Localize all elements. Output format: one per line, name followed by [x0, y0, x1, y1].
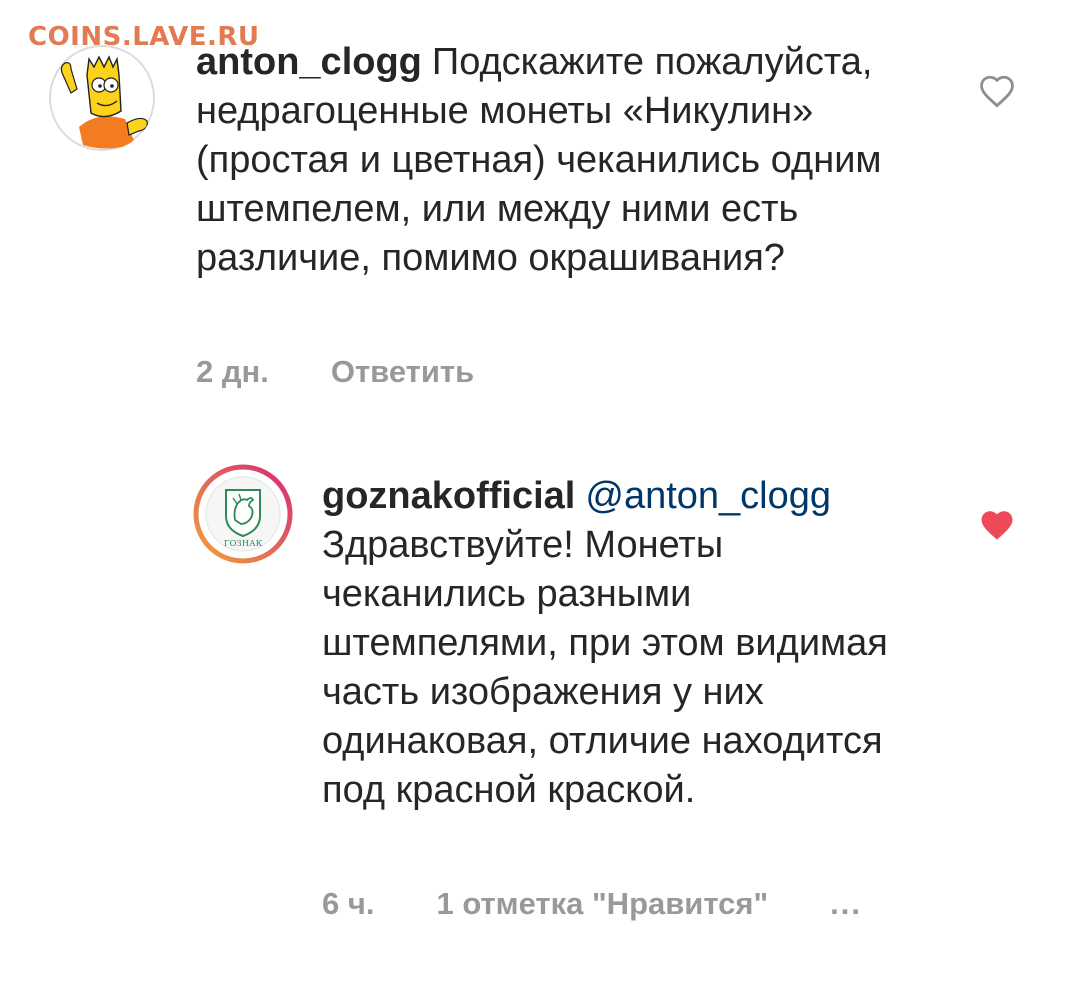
- comment-body: goznakofficial @anton_clogg Здравствуйте! …: [322, 472, 922, 815]
- goznak-logo-avatar-icon: ГОЗНАК: [193, 464, 293, 564]
- comment-meta: 6 ч. 1 отметка "Нравится" ...: [322, 886, 862, 922]
- comment-username[interactable]: goznakofficial: [322, 475, 575, 517]
- comment-timestamp[interactable]: 6 ч.: [322, 886, 374, 922]
- comment-text: Здравствуйте! Монеты чеканились разными …: [322, 524, 888, 811]
- avatar[interactable]: ГОЗНАК: [193, 464, 293, 564]
- comment-body: anton_clogg Подскажите пожалуйста, недраг…: [196, 38, 956, 283]
- heart-outline-icon: [980, 75, 1014, 108]
- reply-button[interactable]: Ответить: [331, 354, 474, 390]
- more-options-button[interactable]: ...: [830, 886, 862, 922]
- likes-count-link[interactable]: 1 отметка "Нравится": [436, 886, 768, 922]
- avatar[interactable]: [49, 45, 155, 151]
- comment-timestamp[interactable]: 2 дн.: [196, 354, 269, 390]
- comment-meta: 2 дн. Ответить: [196, 354, 474, 390]
- like-button[interactable]: [978, 508, 1016, 542]
- like-button[interactable]: [978, 74, 1016, 108]
- goznak-logo-text: ГОЗНАК: [224, 539, 263, 549]
- heart-filled-icon: [981, 511, 1013, 540]
- bart-simpson-avatar-icon: [49, 45, 155, 151]
- user-mention-link[interactable]: @anton_clogg: [585, 475, 831, 517]
- comment-username[interactable]: anton_clogg: [196, 41, 422, 83]
